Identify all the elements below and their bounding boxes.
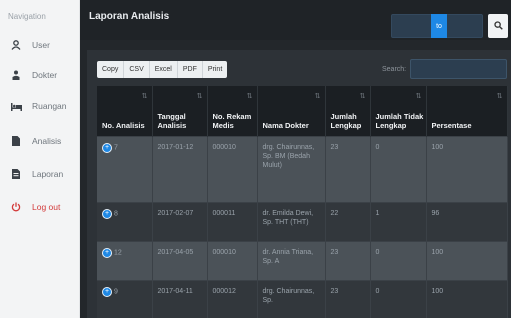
sidebar-item-user[interactable]: User — [0, 34, 80, 56]
cell-no-analisis: 12 — [114, 249, 122, 256]
sort-icon: ⇅ — [314, 93, 321, 100]
search-icon — [493, 17, 503, 35]
sidebar-item-analisis[interactable]: Analisis — [0, 130, 80, 152]
cell-lengkap: 23 — [325, 240, 371, 280]
cell-persentase: 100 — [426, 240, 508, 280]
search-label: Search: — [382, 66, 407, 73]
column-header[interactable]: ⇅ No. Analisis — [97, 86, 153, 136]
table-header-row: ⇅ No. Analisis ⇅ Tanggal Analisis ⇅ No. Rek… — [97, 86, 508, 136]
sidebar-item-label: Laporan — [32, 169, 64, 179]
document-icon — [10, 136, 22, 146]
cell-persentase: 96 — [426, 201, 508, 241]
cell-persentase: 100 — [426, 279, 508, 318]
cell-dokter: dr. Emilda Dewi, Sp. THT (THT) — [257, 201, 326, 241]
table-row[interactable]: +7 2017-01-12 000010 drg. Chairunnas, Sp… — [97, 135, 508, 202]
excel-button[interactable]: Excel — [150, 61, 178, 78]
search-input[interactable] — [410, 59, 507, 79]
expand-icon[interactable]: + — [102, 142, 112, 153]
cell-rekam-medis: 000010 — [207, 135, 258, 202]
export-button-group: Copy CSV Excel PDF Print — [97, 61, 228, 78]
pdf-button[interactable]: PDF — [178, 61, 203, 78]
table-row[interactable]: +8 2017-02-07 000011 dr. Emilda Dewi, Sp… — [97, 201, 508, 241]
bed-icon — [10, 102, 22, 111]
cell-tidak-lengkap: 0 — [370, 135, 427, 202]
sort-icon: ⇅ — [496, 93, 503, 100]
column-header[interactable]: ⇅ Nama Dokter — [257, 86, 326, 136]
doctor-icon — [10, 70, 22, 80]
analysis-table: ⇅ No. Analisis ⇅ Tanggal Analisis ⇅ No. Rek… — [97, 86, 508, 318]
cell-rekam-medis: 000010 — [207, 240, 258, 280]
column-header[interactable]: ⇅ Jumlah Lengkap — [325, 86, 371, 136]
sidebar-item-ruangan[interactable]: Ruangan — [0, 95, 80, 117]
page-title: Laporan Analisis — [89, 11, 170, 22]
sidebar-item-dokter[interactable]: Dokter — [0, 64, 80, 86]
copy-button[interactable]: Copy — [97, 61, 125, 78]
sidebar-title: Navigation — [8, 12, 46, 21]
cell-no-analisis: 7 — [114, 144, 118, 151]
cell-tanggal: 2017-01-12 — [152, 135, 208, 202]
search-button[interactable] — [488, 14, 508, 38]
print-button[interactable]: Print — [203, 61, 227, 78]
sidebar-item-label: Log out — [32, 202, 61, 212]
column-header[interactable]: ⇅ Jumlah Tidak Lengkap — [370, 86, 427, 136]
expand-icon[interactable]: + — [102, 247, 112, 258]
cell-dokter: drg. Chairunnas, Sp. — [257, 279, 326, 318]
cell-tanggal: 2017-04-05 — [152, 240, 208, 280]
cell-tidak-lengkap: 0 — [370, 240, 427, 280]
cell-dokter: dr. Annia Triana, Sp. A — [257, 240, 326, 280]
column-header[interactable]: ⇅ Persentase — [426, 86, 508, 136]
cell-rekam-medis: 000011 — [207, 201, 258, 241]
sidebar-item-label: Analisis — [32, 136, 62, 146]
cell-rekam-medis: 000012 — [207, 279, 258, 318]
cell-persentase: 100 — [426, 135, 508, 202]
cell-lengkap: 23 — [325, 279, 371, 318]
column-header[interactable]: ⇅ Tanggal Analisis — [152, 86, 208, 136]
cell-tidak-lengkap: 0 — [370, 279, 427, 318]
expand-icon[interactable]: + — [102, 208, 112, 219]
sort-icon: ⇅ — [415, 93, 422, 100]
csv-button[interactable]: CSV — [124, 61, 150, 78]
date-range-separator: to — [431, 14, 447, 38]
app-window: Navigation User Dokter Ruangan Analisis — [0, 0, 511, 318]
expand-icon[interactable]: + — [102, 286, 112, 297]
sidebar-item-label: User — [32, 40, 50, 50]
sort-icon: ⇅ — [246, 93, 253, 100]
main-content: Laporan Analisis to Copy CSV Excel PDF P… — [80, 0, 511, 318]
table-row[interactable]: +12 2017-04-05 000010 dr. Annia Triana, … — [97, 240, 508, 280]
sort-icon: ⇅ — [141, 93, 148, 100]
cell-no-analisis: 8 — [114, 210, 118, 217]
cell-dokter: drg. Chairunnas, Sp. BM (Bedah Mulut) — [257, 135, 326, 202]
sidebar-item-label: Dokter — [32, 70, 58, 80]
cell-lengkap: 22 — [325, 201, 371, 241]
cell-tidak-lengkap: 1 — [370, 201, 427, 241]
report-icon — [10, 169, 22, 179]
sort-icon: ⇅ — [359, 93, 366, 100]
column-header[interactable]: ⇅ No. Rekam Medis — [207, 86, 258, 136]
cell-tanggal: 2017-02-07 — [152, 201, 208, 241]
sidebar-item-laporan[interactable]: Laporan — [0, 163, 80, 185]
sidebar-item-logout[interactable]: Log out — [0, 196, 80, 218]
sidebar-item-label: Ruangan — [32, 101, 67, 111]
sort-icon: ⇅ — [196, 93, 203, 100]
table-row[interactable]: +9 2017-04-11 000012 drg. Chairunnas, Sp… — [97, 279, 508, 318]
sidebar: Navigation User Dokter Ruangan Analisis — [0, 0, 80, 318]
cell-lengkap: 23 — [325, 135, 371, 202]
cell-no-analisis: 9 — [114, 288, 118, 295]
cell-tanggal: 2017-04-11 — [152, 279, 208, 318]
user-icon — [10, 40, 22, 50]
power-icon — [10, 202, 22, 212]
